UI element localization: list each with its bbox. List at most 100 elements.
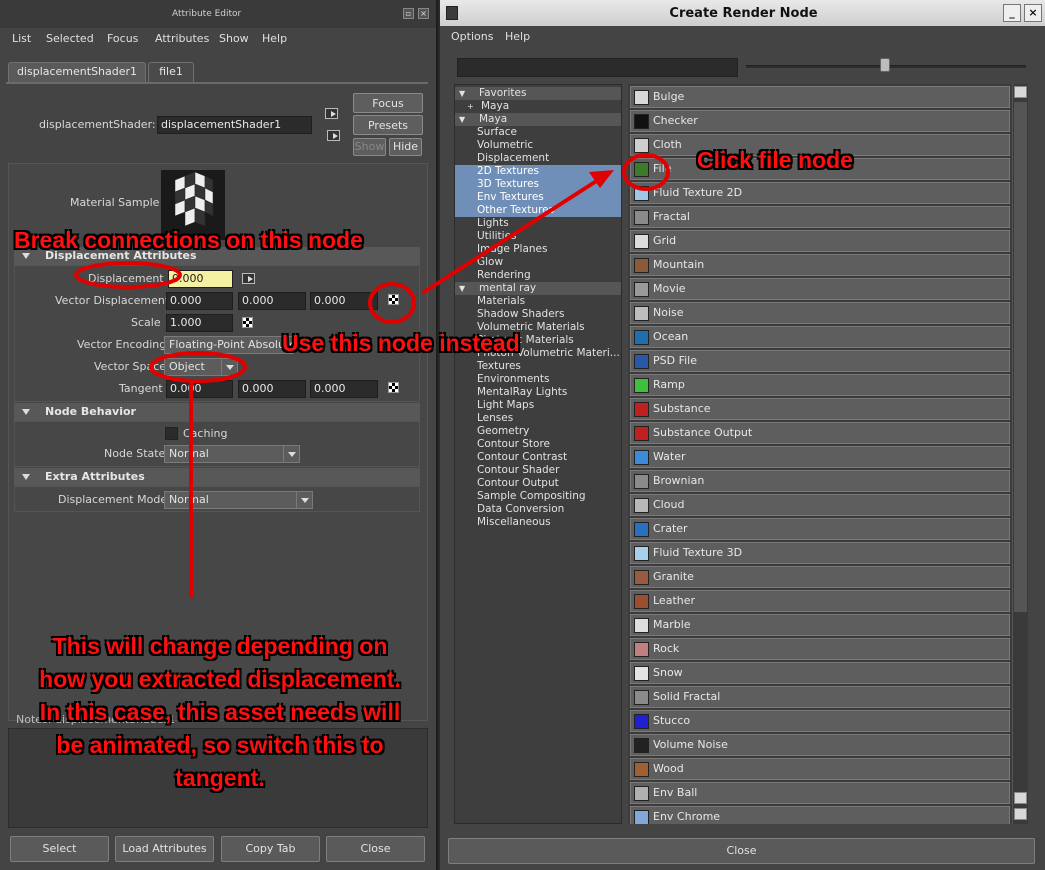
close-icon[interactable]: × [418,8,429,19]
vector-encoding-dropdown[interactable]: Floating-Point Absolute [164,336,294,354]
shader-name-field[interactable]: displacementShader1 [157,116,312,134]
tree-item[interactable]: Contour Contrast [455,451,621,464]
scale-map-icon[interactable] [242,317,253,328]
node-button[interactable]: PSD File [630,350,1010,372]
node-button[interactable]: Brownian [630,470,1010,492]
scroll-up-icon[interactable] [1014,86,1027,98]
show-button[interactable]: Show [353,138,386,156]
tree-item[interactable]: Lenses [455,412,621,425]
section-node-behavior[interactable]: Node Behavior [14,403,420,421]
tree-item[interactable]: Contour Shader [455,464,621,477]
node-button[interactable]: Leather [630,590,1010,612]
node-button[interactable]: Rock [630,638,1010,660]
tree-item[interactable]: Utilities [455,230,621,243]
tab-file1[interactable]: file1 [148,62,194,82]
node-button[interactable]: Bulge [630,86,1010,108]
tree-item[interactable]: 2D Textures [455,165,621,178]
tangent-z[interactable]: 0.000 [310,380,378,398]
node-button[interactable]: Ramp [630,374,1010,396]
menu-list[interactable]: List [12,32,31,45]
node-button[interactable]: Grid [630,230,1010,252]
tangent-y[interactable]: 0.000 [238,380,306,398]
node-button[interactable]: Cloud [630,494,1010,516]
node-button[interactable]: Wood [630,758,1010,780]
tree-item[interactable]: Miscellaneous [455,516,621,529]
node-state-dropdown[interactable]: Normal [164,445,300,463]
tree-category-header[interactable]: ▼ Favorites [455,87,621,100]
displacement-field[interactable]: 0.000 [168,270,233,288]
menu-help[interactable]: Help [505,30,530,43]
tree-item[interactable]: Shadow Shaders [455,308,621,321]
tree-item[interactable]: Geometry [455,425,621,438]
tangent-map-icon[interactable] [388,382,399,393]
node-button[interactable]: Substance [630,398,1010,420]
node-list-scrollbar[interactable] [1012,84,1028,824]
tree-item[interactable]: Lights [455,217,621,230]
tree-item[interactable]: Contour Output [455,477,621,490]
tab-displacement-shader[interactable]: displacementShader1 [8,62,146,82]
tree-item[interactable]: Displacement [455,152,621,165]
tree-item[interactable]: Environments [455,373,621,386]
scroll-thumb[interactable] [1014,102,1027,612]
node-button[interactable]: Noise [630,302,1010,324]
node-button[interactable]: Crater [630,518,1010,540]
vector-displacement-z[interactable]: 0.000 [310,292,378,310]
tree-item[interactable]: Volumetric [455,139,621,152]
tree-item[interactable]: 3D Textures [455,178,621,191]
tangent-x[interactable]: 0.000 [166,380,233,398]
node-button[interactable]: Volume Noise [630,734,1010,756]
input-connection-icon[interactable] [325,108,338,119]
tree-item[interactable]: Image Planes [455,243,621,256]
tree-item[interactable]: + Maya [455,100,621,113]
tree-category-header[interactable]: ▼ Maya [455,113,621,126]
node-button[interactable]: Substance Output [630,422,1010,444]
vector-displacement-y[interactable]: 0.000 [238,292,306,310]
caching-checkbox[interactable] [165,427,178,440]
slider-handle[interactable] [880,58,890,72]
node-button[interactable]: Checker [630,110,1010,132]
tree-item[interactable]: Sample Compositing [455,490,621,503]
node-button[interactable]: Fluid Texture 2D [630,182,1010,204]
menu-options[interactable]: Options [451,30,493,43]
node-button[interactable]: Marble [630,614,1010,636]
tree-item[interactable]: Light Maps [455,399,621,412]
node-button[interactable]: Snow [630,662,1010,684]
tree-item[interactable]: Glow [455,256,621,269]
scroll-up-icon[interactable] [1014,792,1027,804]
node-button[interactable]: Granite [630,566,1010,588]
search-input[interactable] [457,58,738,77]
close-button[interactable]: Close [448,838,1035,864]
tree-item[interactable]: Data Conversion [455,503,621,516]
tree-item[interactable]: Other Textures [455,204,621,217]
load-attributes-button[interactable]: Load Attributes [115,836,214,862]
focus-button[interactable]: Focus [353,93,423,113]
node-button[interactable]: Movie [630,278,1010,300]
node-button[interactable]: Env Chrome [630,806,1010,824]
restore-icon[interactable]: ▫ [403,8,414,19]
section-extra-attributes[interactable]: Extra Attributes [14,468,420,486]
node-button[interactable]: Env Ball [630,782,1010,804]
copy-tab-button[interactable]: Copy Tab [221,836,320,862]
node-button[interactable]: Water [630,446,1010,468]
close-icon[interactable]: × [1024,4,1042,22]
node-button[interactable]: Stucco [630,710,1010,732]
vector-displacement-map-icon[interactable] [388,294,399,305]
menu-attributes[interactable]: Attributes [155,32,209,45]
vector-displacement-x[interactable]: 0.000 [166,292,233,310]
menu-selected[interactable]: Selected [46,32,94,45]
select-button[interactable]: Select [10,836,109,862]
node-button[interactable]: Fractal [630,206,1010,228]
minimize-icon[interactable]: _ [1003,4,1021,22]
node-button[interactable]: Fluid Texture 3D [630,542,1010,564]
node-button[interactable]: Solid Fractal [630,686,1010,708]
close-button[interactable]: Close [326,836,425,862]
tree-category-header[interactable]: ▼ mental ray [455,282,621,295]
displacement-mode-dropdown[interactable]: Normal [164,491,313,509]
menu-help[interactable]: Help [262,32,287,45]
tree-item[interactable]: MentalRay Lights [455,386,621,399]
vector-space-dropdown[interactable]: Object [164,358,238,376]
tree-item[interactable]: Rendering [455,269,621,282]
scroll-down-icon[interactable] [1014,808,1027,820]
tree-item[interactable]: Materials [455,295,621,308]
tree-item[interactable]: Contour Store [455,438,621,451]
